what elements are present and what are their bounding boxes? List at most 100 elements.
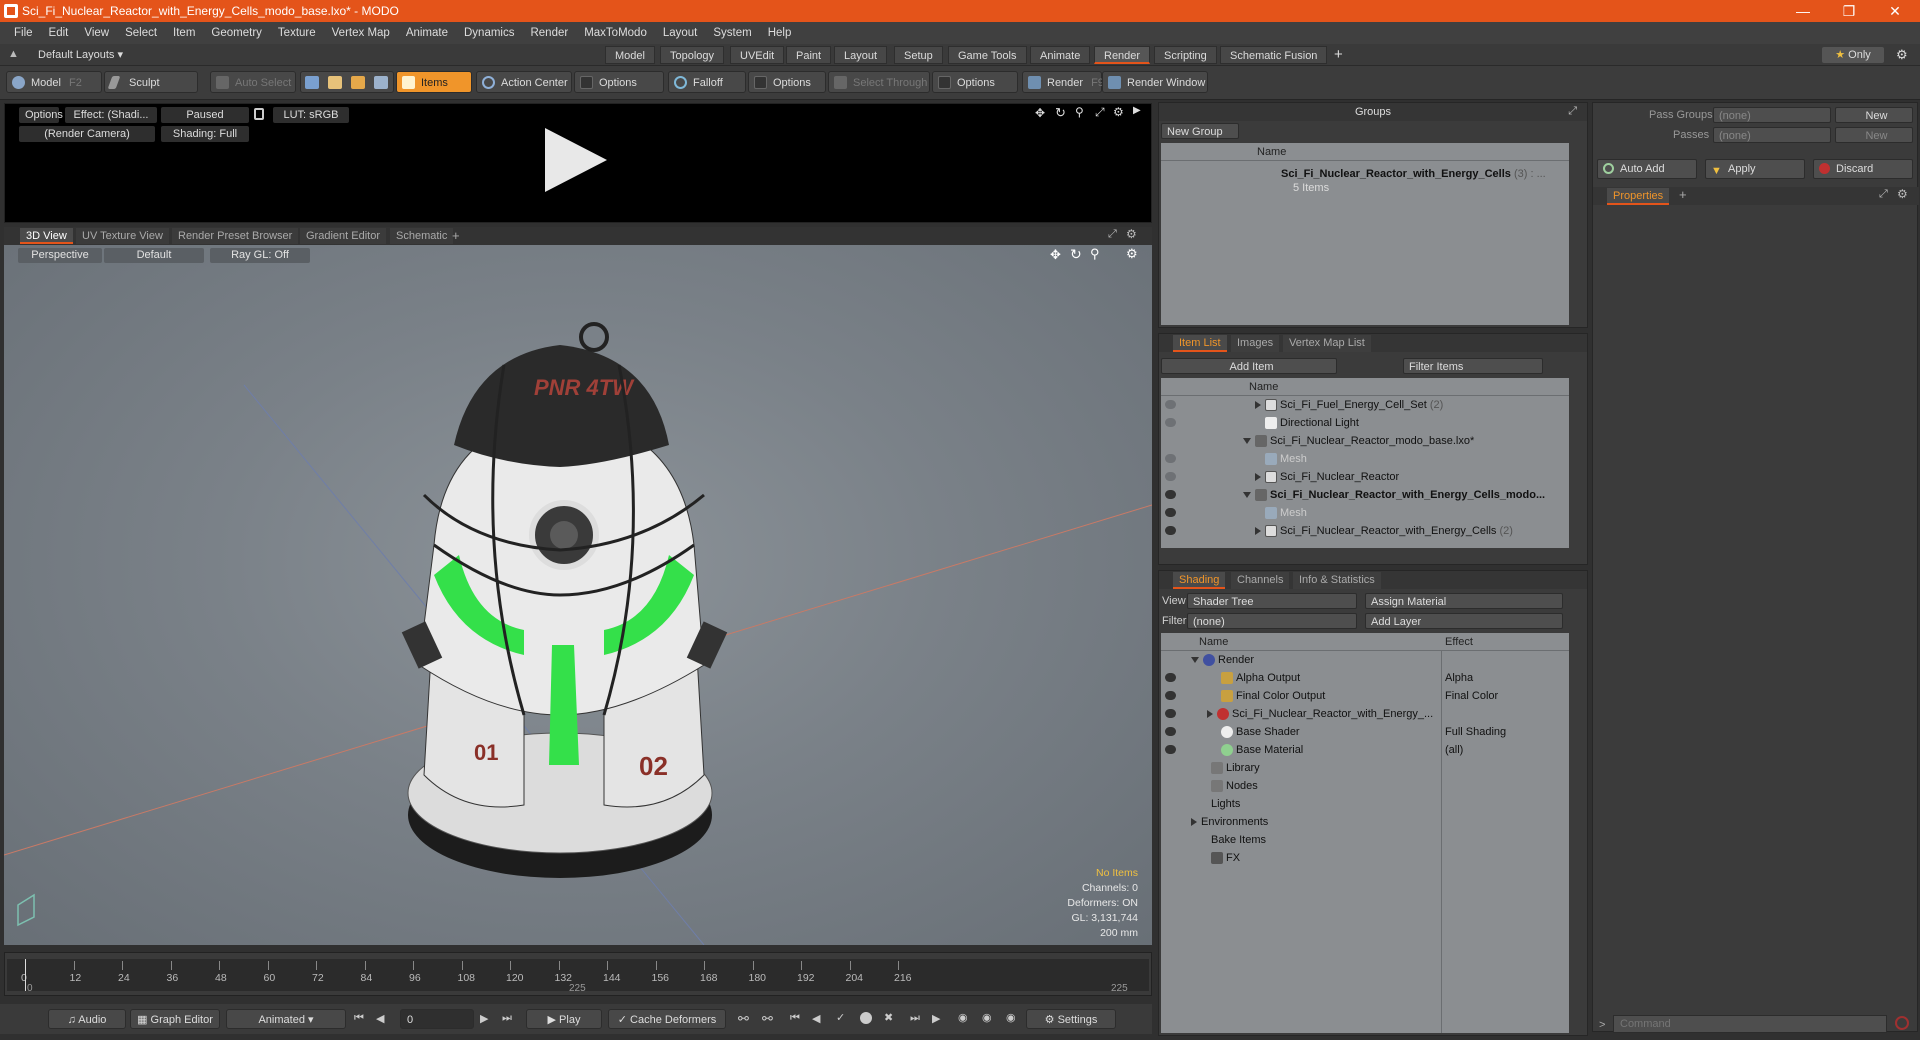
list-item[interactable]: Sci_Fi_Nuclear_Reactor_with_Energy_Cells… [1161, 522, 1569, 540]
tab-item-list[interactable]: Item List [1173, 335, 1227, 352]
visibility-eye-icon[interactable] [1165, 490, 1176, 499]
item-list[interactable]: Name Sci_Fi_Fuel_Energy_Cell_Set (2) Dir… [1161, 378, 1569, 548]
tab-shading[interactable]: Shading [1173, 572, 1226, 589]
menu-item[interactable]: Item [165, 27, 203, 39]
next-frame-icon[interactable]: ▶ [480, 1012, 488, 1025]
visibility-eye-icon[interactable] [1165, 454, 1176, 463]
filter-items-input[interactable]: Filter Items [1403, 358, 1543, 374]
preview-move-icon[interactable]: ✥ [1035, 106, 1045, 120]
visibility-eye-icon[interactable] [1165, 526, 1176, 535]
shader-row[interactable]: Final Color Output Final Color [1161, 687, 1569, 705]
edges-mode-icon[interactable] [328, 76, 342, 89]
new-pass-button[interactable]: New [1835, 127, 1913, 143]
visibility-eye-icon[interactable] [1165, 400, 1176, 409]
visibility-eye-icon[interactable] [1165, 472, 1176, 481]
view-dropdown[interactable]: Shader Tree [1187, 593, 1357, 609]
preview-zoom-icon[interactable]: ⚲ [1075, 105, 1084, 119]
next-key-icon-2[interactable]: ▶ [932, 1012, 940, 1025]
add-viewport-tab-icon[interactable]: + [452, 228, 460, 243]
groups-list[interactable]: Name Sci_Fi_Nuclear_Reactor_with_Energy_… [1161, 143, 1569, 325]
visibility-eye-icon[interactable] [1165, 673, 1176, 682]
shader-row[interactable]: FX [1161, 849, 1569, 867]
restore-button[interactable]: ❐ [1826, 0, 1872, 22]
filter-dropdown[interactable]: (none) [1187, 613, 1357, 629]
paused-toggle[interactable]: Paused [161, 107, 249, 123]
tab-scripting[interactable]: Scripting [1154, 46, 1217, 64]
menu-layout[interactable]: Layout [655, 27, 706, 39]
tab-schematic[interactable]: Schematic [390, 228, 454, 244]
menu-file[interactable]: File [6, 27, 41, 39]
tab-uv-texture-view[interactable]: UV Texture View [76, 228, 169, 244]
tab-paint[interactable]: Paint [786, 46, 832, 64]
channel-icon-2[interactable]: ◉ [982, 1011, 992, 1024]
pass-groups-dropdown[interactable]: (none) [1713, 107, 1831, 123]
skip-end-icon[interactable]: ⏭ [502, 1012, 512, 1025]
command-input[interactable] [1613, 1015, 1887, 1033]
only-toggle[interactable]: ★ Only [1822, 47, 1884, 63]
list-item[interactable]: Sci_Fi_Nuclear_Reactor [1161, 468, 1569, 486]
options-button-1[interactable]: Options [574, 71, 664, 93]
shader-row[interactable]: Sci_Fi_Nuclear_Reactor_with_Energy_... [1161, 705, 1569, 723]
play-icon[interactable] [545, 128, 607, 192]
frame-input[interactable]: 0 [400, 1009, 474, 1029]
menu-dynamics[interactable]: Dynamics [456, 27, 522, 39]
tab-topology[interactable]: Topology [660, 46, 725, 64]
layout-arrow-icon[interactable]: ▲ [8, 48, 19, 60]
preview-expand-icon[interactable]: ▶ [1133, 105, 1141, 116]
tab-vertex-map-list[interactable]: Vertex Map List [1283, 335, 1371, 352]
properties-gear-icon[interactable]: ⚙ [1897, 187, 1908, 201]
shader-row[interactable]: Base Material (all) [1161, 741, 1569, 759]
list-item[interactable]: Mesh [1161, 450, 1569, 468]
preview-gear-icon[interactable]: ⚙ [1113, 105, 1124, 119]
tab-properties[interactable]: Properties [1607, 188, 1670, 205]
shader-row[interactable]: Bake Items [1161, 831, 1569, 849]
shading-dropdown[interactable]: Shading: Full [161, 126, 249, 142]
timeline[interactable]: 0 12 24 36 48 60 72 84 96 108 120 132 144 156 168 180 19… [4, 952, 1152, 996]
shader-row[interactable]: Library [1161, 759, 1569, 777]
shader-row[interactable]: Nodes [1161, 777, 1569, 795]
list-item[interactable]: Directional Light [1161, 414, 1569, 432]
render-window-button[interactable]: Render Window [1102, 71, 1208, 93]
tab-setup[interactable]: Setup [894, 46, 943, 64]
delete-key-icon[interactable]: ✖ [884, 1011, 893, 1024]
auto-add-button[interactable]: Auto Add [1597, 159, 1697, 179]
effect-dropdown[interactable]: Effect: (Shadi... [65, 107, 157, 123]
items-mode-button[interactable]: Items [396, 71, 472, 93]
tab-game-tools[interactable]: Game Tools [948, 46, 1027, 64]
menu-view[interactable]: View [76, 27, 117, 39]
graph-editor-button[interactable]: ▦ Graph Editor [130, 1009, 220, 1029]
sculpt-mode-button[interactable]: Sculpt [104, 71, 198, 93]
shader-tree[interactable]: Name Effect Render Alpha Output Alpha Fin… [1161, 633, 1569, 1033]
new-pass-group-button[interactable]: New [1835, 107, 1913, 123]
set-key-icon[interactable]: ✓ [836, 1011, 845, 1024]
menu-texture[interactable]: Texture [270, 27, 324, 39]
record-icon[interactable] [860, 1012, 872, 1024]
settings-button[interactable]: ⚙ Settings [1026, 1009, 1116, 1029]
menu-edit[interactable]: Edit [41, 27, 77, 39]
shader-row[interactable]: Environments [1161, 813, 1569, 831]
add-layer-dropdown[interactable]: Add Layer [1365, 613, 1563, 629]
tab-schematic-fusion[interactable]: Schematic Fusion [1220, 46, 1328, 64]
animated-dropdown[interactable]: Animated ▾ [226, 1009, 346, 1029]
skip-start-icon[interactable]: ⏮ [354, 1012, 364, 1025]
shader-row[interactable]: Lights [1161, 795, 1569, 813]
menu-animate[interactable]: Animate [398, 27, 456, 39]
materials-mode-icon[interactable] [374, 76, 388, 89]
new-group-button[interactable]: New Group [1161, 123, 1239, 139]
model-mode-button[interactable]: Model F2 [6, 71, 102, 93]
visibility-eye-icon[interactable] [1165, 508, 1176, 517]
close-button[interactable]: ✕ [1872, 0, 1918, 22]
properties-expand-icon[interactable]: ⤢ [1879, 188, 1888, 201]
camera-dropdown[interactable]: (Render Camera) [19, 126, 155, 142]
list-item[interactable]: Sci_Fi_Nuclear_Reactor_modo_base.lxo* [1161, 432, 1569, 450]
shader-row[interactable]: Base Shader Full Shading [1161, 723, 1569, 741]
select-through-button[interactable]: Select Through [828, 71, 930, 93]
tab-layout[interactable]: Layout [834, 46, 888, 64]
tab-info-statistics[interactable]: Info & Statistics [1293, 572, 1381, 589]
preview-maximize-icon[interactable]: ⤢ [1095, 105, 1105, 120]
prev-frame-icon[interactable]: ◀ [376, 1012, 384, 1025]
menu-system[interactable]: System [705, 27, 759, 39]
discard-button[interactable]: Discard [1813, 159, 1913, 179]
command-stop-icon[interactable] [1895, 1016, 1909, 1030]
options-button-2[interactable]: Options [748, 71, 826, 93]
